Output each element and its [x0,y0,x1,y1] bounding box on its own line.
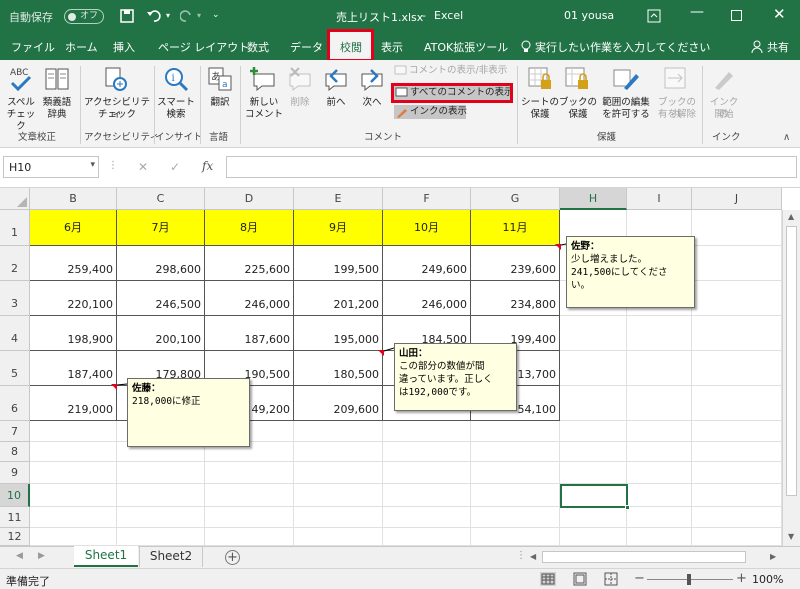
page-break-view-icon[interactable] [604,572,618,586]
comment-box-sato[interactable]: 佐藤： 218,000に修正 [127,378,250,447]
normal-view-icon[interactable] [540,572,556,586]
comment-text: い。 [571,280,591,291]
sheet-prev-icon[interactable]: ◀ [16,551,23,561]
scroll-right-icon[interactable]: ▶ [770,552,776,561]
zoom-level[interactable]: 100% [752,573,783,586]
comment-text: 違っています。正しく [399,374,493,385]
comment-author: 佐藤： [132,383,161,394]
sheet-tab-sheet2[interactable]: Sheet2 [139,547,203,567]
comment-text: この部分の数値が間 [399,361,485,372]
comment-author: 山田： [399,348,428,359]
status-bar: 準備完了 − + 100% [0,568,800,589]
zoom-out-icon[interactable]: − [634,571,645,586]
zoom-slider[interactable] [647,574,733,585]
comment-text: は192,000です。 [399,387,477,398]
sheet-tab-label: Sheet2 [149,549,193,563]
horizontal-scroll-thumb[interactable] [542,551,746,563]
sheet-tab-bar: ◀ ▶ Sheet1 Sheet2 + ⋮ ◀ ▶ [0,546,800,568]
new-sheet-button[interactable]: + [225,550,240,565]
comment-text: 241,500にしてくださ [571,267,668,278]
scroll-left-icon[interactable]: ◀ [530,552,536,561]
sheet-tab-label: Sheet1 [84,548,128,562]
vertical-scrollbar[interactable]: ▲ ▼ [782,210,800,546]
zoom-slider-thumb[interactable] [687,574,691,585]
vertical-scroll-thumb[interactable] [786,226,797,496]
scroll-down-icon[interactable]: ▼ [788,532,794,541]
status-text: 準備完了 [6,575,50,588]
sheet-tab-sheet1[interactable]: Sheet1 [74,546,138,567]
page-layout-view-icon[interactable] [573,572,587,586]
comment-text: 218,000に修正 [132,396,201,407]
horizontal-scrollbar[interactable]: ◀ ▶ [528,550,782,565]
comment-author: 佐野： [571,241,600,252]
scroll-up-icon[interactable]: ▲ [788,212,794,221]
comment-text: 少し増えました。 [571,254,648,265]
tab-split-handle-icon[interactable]: ⋮ [516,550,526,561]
comment-box-yamada[interactable]: 山田： この部分の数値が間 違っています。正しく は192,000です。 [394,343,517,411]
sheet-next-icon[interactable]: ▶ [38,551,45,561]
zoom-in-icon[interactable]: + [736,571,747,586]
comment-box-sano[interactable]: 佐野： 少し増えました。 241,500にしてくださ い。 [566,236,695,308]
